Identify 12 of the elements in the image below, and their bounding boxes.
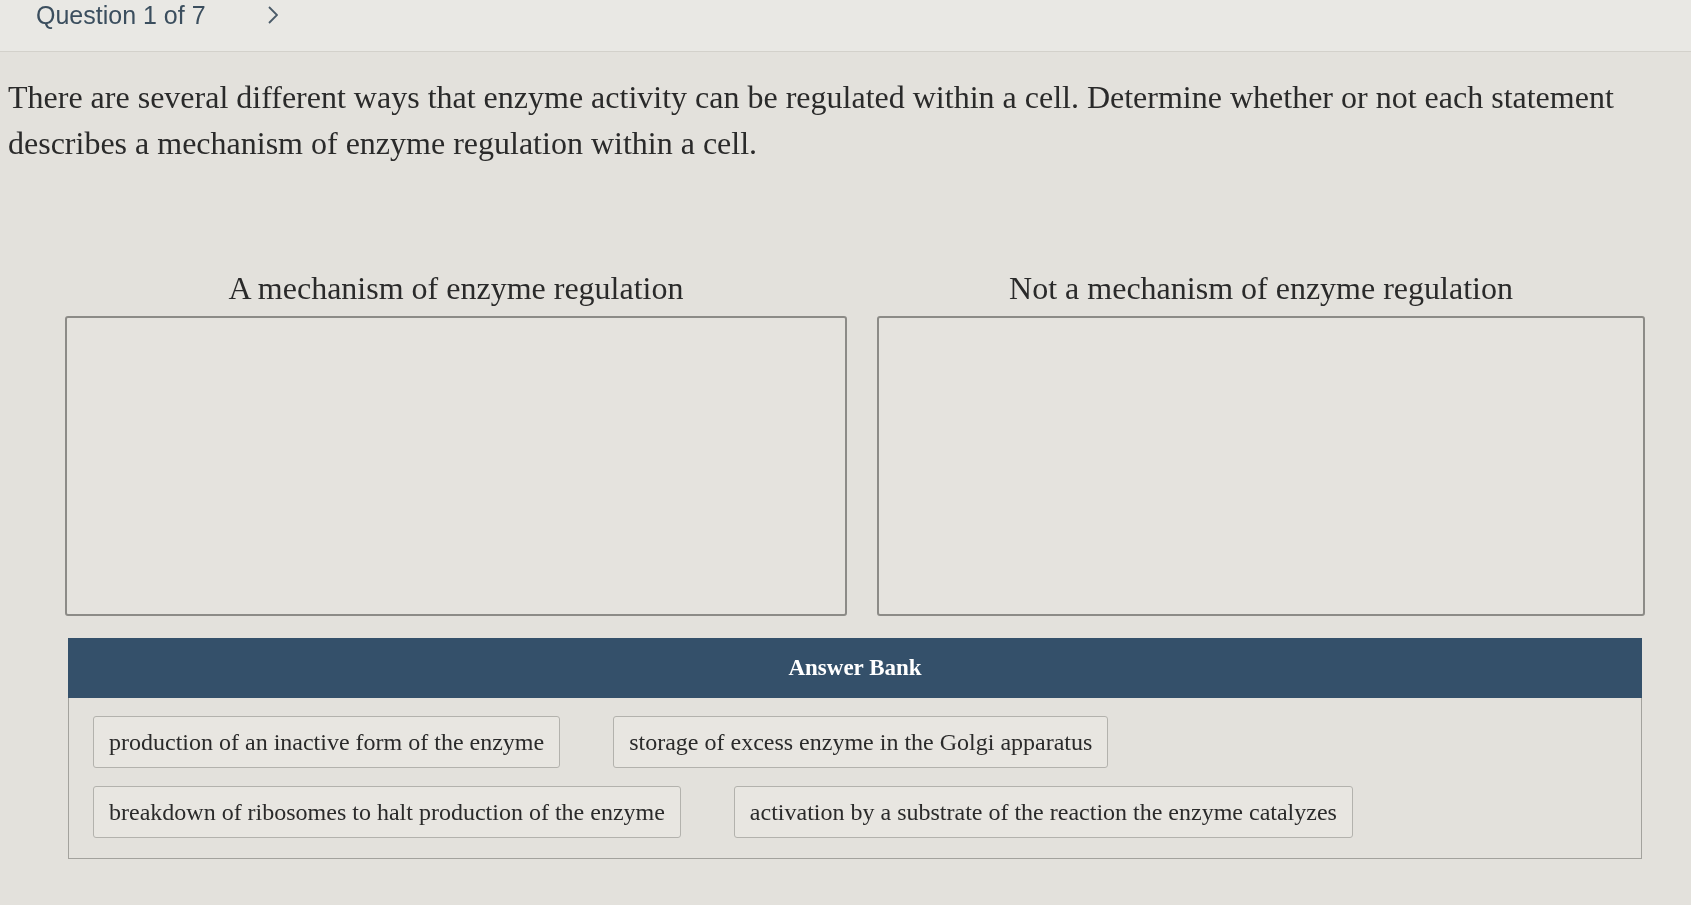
answer-chip[interactable]: production of an inactive form of the enzyme	[93, 716, 561, 768]
answer-chip[interactable]: activation by a substrate of the reaction the enzyme catalyzes	[733, 786, 1353, 838]
drop-zone[interactable]	[65, 316, 847, 616]
category-heading: A mechanism of enzyme regulation	[228, 269, 684, 308]
answer-bank-header: Answer Bank	[68, 638, 1642, 698]
category-heading: Not a mechanism of enzyme regulation	[1009, 269, 1513, 308]
drop-zone[interactable]	[877, 316, 1645, 616]
question-prompt: There are several different ways that enzyme activity can be regulated within a cell. Determine whether or not each statement describes a mechanism of enzyme regulation within a cell.	[7, 78, 1615, 163]
question-counter: Question 1 of 7	[36, 0, 206, 30]
answer-chip[interactable]: storage of excess enzyme in the Golgi apparatus	[613, 716, 1109, 768]
answer-chip[interactable]: breakdown of ribosomes to halt production of the enzyme	[93, 786, 681, 838]
chevron-right-icon	[267, 6, 278, 24]
